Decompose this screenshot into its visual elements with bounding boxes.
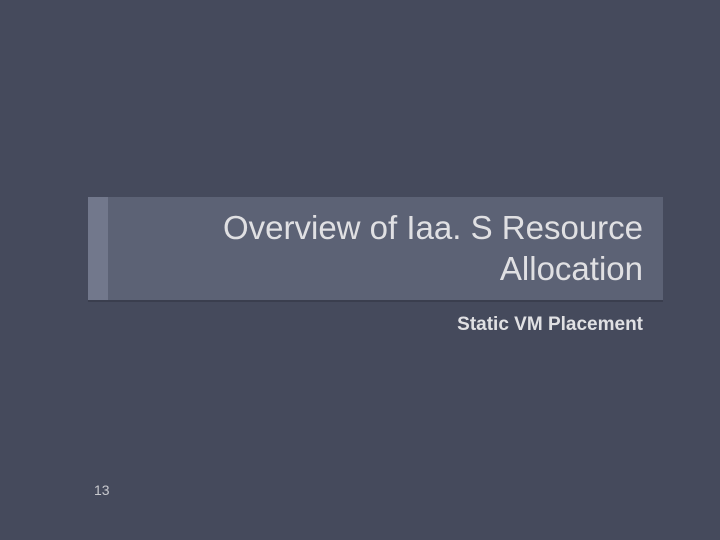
accent-bar: [88, 197, 108, 300]
slide-title: Overview of Iaa. S Resource Allocation: [123, 207, 643, 290]
slide-subtitle: Static VM Placement: [88, 302, 663, 336]
title-block: Overview of Iaa. S Resource Allocation S…: [88, 197, 663, 336]
title-content: Overview of Iaa. S Resource Allocation: [108, 197, 663, 300]
page-number: 13: [94, 482, 110, 498]
title-bar: Overview of Iaa. S Resource Allocation: [88, 197, 663, 302]
